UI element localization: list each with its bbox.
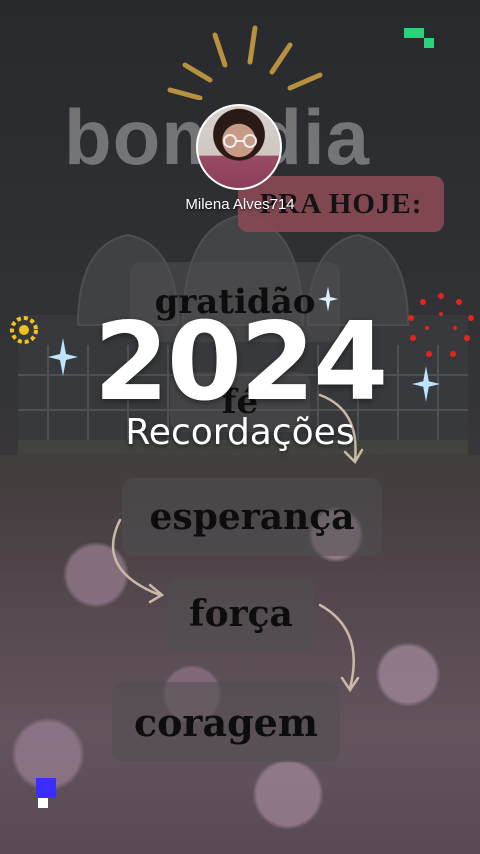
user-name[interactable]: Milena Alves714 <box>0 196 480 213</box>
glasses-icon <box>223 134 257 148</box>
corner-sticker-icon <box>36 778 56 808</box>
story-canvas[interactable]: bom dia PRA HOJE: gratidão fé esperança … <box>0 0 480 854</box>
avatar[interactable] <box>196 104 282 190</box>
story-title: 2024 <box>93 300 389 425</box>
story-subtitle: Recordações <box>125 412 355 453</box>
corner-sticker-icon <box>404 28 434 48</box>
